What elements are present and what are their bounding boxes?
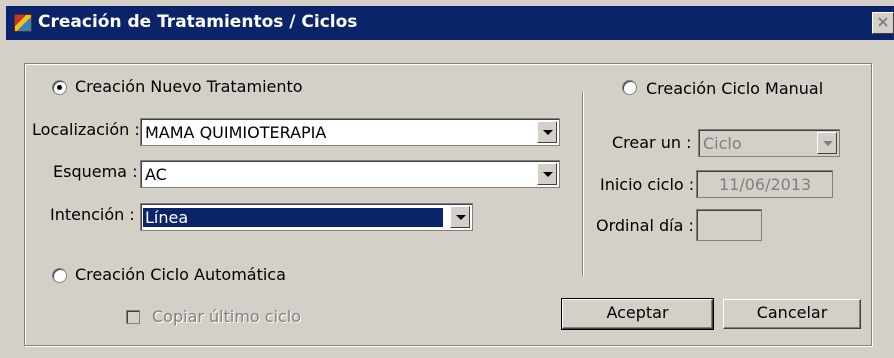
esquema-select[interactable]: AC [140, 160, 560, 188]
radio-ciclo-automatico[interactable] [52, 268, 67, 283]
esquema-value: AC [145, 165, 167, 184]
aceptar-button[interactable]: Aceptar [561, 298, 714, 330]
ordinal-dia-input[interactable] [696, 209, 762, 241]
copiar-ultimo-ciclo-checkbox[interactable] [126, 310, 140, 324]
chevron-down-icon[interactable] [537, 163, 557, 185]
radio-nuevo-tratamiento-label[interactable]: Creación Nuevo Tratamiento [75, 77, 303, 96]
radio-ciclo-automatico-label[interactable]: Creación Ciclo Automática [75, 265, 286, 284]
localizacion-select[interactable]: MAMA QUIMIOTERAPIA [140, 118, 560, 146]
intencion-label: Intención : [50, 205, 135, 224]
esquema-label: Esquema : [53, 162, 138, 181]
intencion-value: Línea [143, 208, 443, 227]
close-button[interactable]: × [872, 12, 894, 34]
radio-ciclo-manual[interactable] [622, 80, 637, 95]
radio-nuevo-tratamiento[interactable] [52, 80, 67, 95]
title-bar: Creación de Tratamientos / Ciclos × [6, 6, 894, 40]
intencion-select[interactable]: Línea [140, 203, 473, 231]
inicio-ciclo-label: Inicio ciclo : [600, 175, 695, 194]
chevron-down-icon[interactable] [817, 132, 837, 154]
app-icon [14, 14, 32, 32]
crear-un-select[interactable]: Ciclo [698, 129, 840, 157]
crear-un-value: Ciclo [703, 134, 742, 153]
inicio-ciclo-input[interactable]: 11/06/2013 [696, 170, 833, 198]
copiar-ultimo-ciclo-label: Copiar último ciclo [152, 307, 302, 326]
cancelar-button[interactable]: Cancelar [723, 299, 861, 329]
window-title: Creación de Tratamientos / Ciclos [38, 12, 358, 32]
localizacion-value: MAMA QUIMIOTERAPIA [145, 123, 327, 142]
dialog-window: Creación de Tratamientos / Ciclos × Crea… [0, 0, 894, 358]
chevron-down-icon[interactable] [537, 121, 557, 143]
radio-ciclo-manual-label[interactable]: Creación Ciclo Manual [646, 79, 823, 98]
localizacion-label: Localización : [32, 120, 140, 139]
inicio-ciclo-value: 11/06/2013 [719, 175, 812, 194]
chevron-down-icon[interactable] [450, 206, 470, 228]
crear-un-label: Crear un : [612, 133, 692, 152]
ordinal-dia-label: Ordinal día : [596, 216, 694, 235]
section-divider [582, 92, 584, 276]
